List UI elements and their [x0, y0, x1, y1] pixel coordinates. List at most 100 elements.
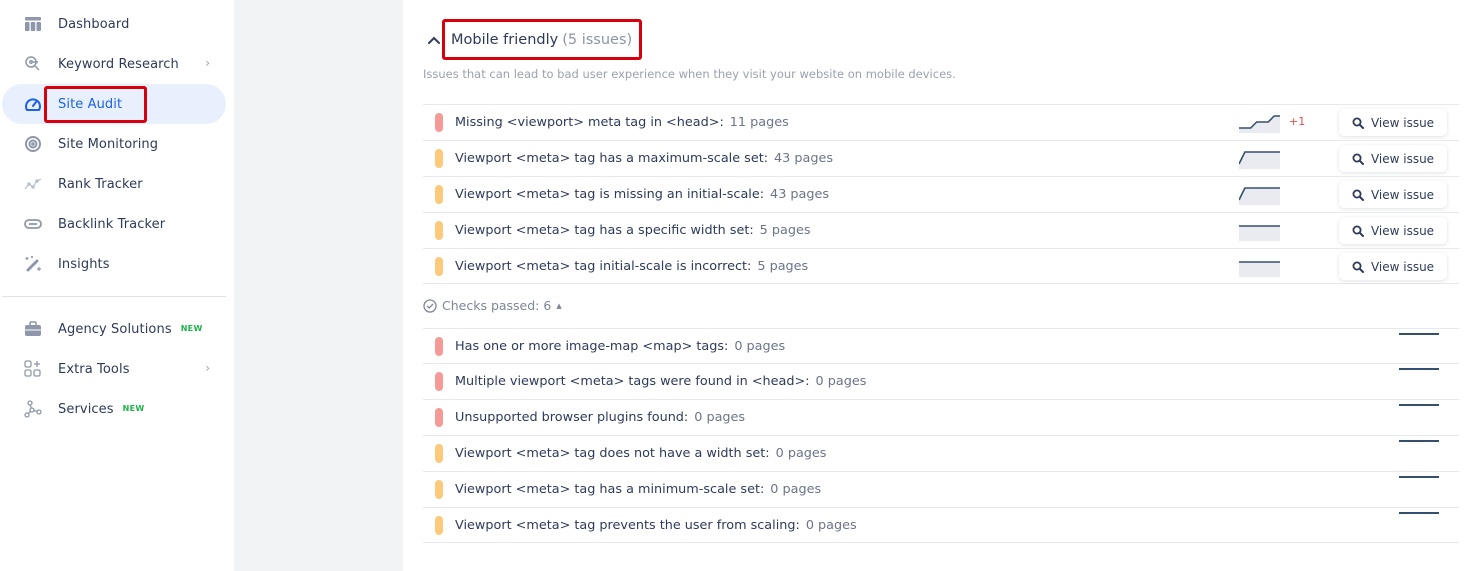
issue-page-count: 5 pages — [757, 259, 809, 274]
view-issue-button[interactable]: View issue — [1339, 109, 1447, 136]
sidebar-item-label: Agency Solutions NEW — [58, 321, 203, 337]
sidebar-item-agency-solutions[interactable]: Agency Solutions NEW — [2, 309, 226, 349]
view-issue-button[interactable]: View issue — [1339, 181, 1447, 208]
section-issue-count: (5 issues) — [562, 32, 633, 48]
trend-sparkline — [1399, 512, 1439, 514]
passed-check-row: Multiple viewport <meta> tags were found… — [423, 363, 1459, 399]
sidebar-item-label: Site Audit — [58, 96, 123, 112]
severity-indicator — [435, 337, 443, 356]
sidebar: Dashboard Keyword Research › Site Audit … — [0, 0, 234, 571]
passed-check-row: Viewport <meta> tag does not have a widt… — [423, 435, 1459, 471]
sidebar-item-label: Insights — [58, 256, 110, 272]
sidebar-item-label: Backlink Tracker — [58, 216, 166, 232]
monitoring-icon — [24, 135, 42, 153]
view-issue-label: View issue — [1370, 151, 1435, 166]
sidebar-item-services[interactable]: Services NEW — [2, 389, 226, 429]
sidebar-item-site-audit[interactable]: Site Audit — [2, 84, 226, 124]
search-icon — [1352, 261, 1364, 273]
issue-page-count: 11 pages — [729, 115, 789, 130]
trend-sparkline — [1239, 115, 1280, 133]
severity-indicator — [435, 185, 443, 204]
new-badge: NEW — [122, 403, 145, 413]
trend-sparkline — [1239, 151, 1280, 169]
issue-row[interactable]: Viewport <meta> tag is missing an initia… — [423, 176, 1459, 212]
trend-sparkline — [1399, 476, 1439, 478]
check-text: Unsupported browser plugins found: 0 page… — [455, 410, 746, 425]
chevron-up-icon — [428, 36, 440, 44]
sidebar-item-site-monitoring[interactable]: Site Monitoring — [2, 124, 226, 164]
passed-check-row: Unsupported browser plugins found: 0 page… — [423, 399, 1459, 435]
sparkline-area — [1239, 152, 1280, 169]
chevron-right-icon: › — [205, 56, 210, 70]
severity-indicator — [435, 149, 443, 168]
issue-text: Viewport <meta> tag is missing an initia… — [455, 187, 830, 202]
sparkline-area — [1239, 226, 1280, 241]
caret-up-icon: ▲ — [556, 301, 562, 310]
check-text: Multiple viewport <meta> tags were found… — [455, 374, 867, 389]
sidebar-item-keyword-research[interactable]: Keyword Research › — [2, 44, 226, 84]
severity-indicator — [435, 257, 443, 276]
severity-indicator — [435, 221, 443, 240]
trend-sparkline — [1399, 333, 1439, 335]
view-issue-button[interactable]: View issue — [1339, 253, 1447, 280]
check-text: Viewport <meta> tag does not have a widt… — [455, 446, 827, 461]
search-icon — [1352, 153, 1364, 165]
issue-row[interactable]: Viewport <meta> tag has a maximum-scale … — [423, 140, 1459, 176]
sidebar-item-backlink-tracker[interactable]: Backlink Tracker — [2, 204, 226, 244]
trend-sparkline — [1239, 261, 1280, 277]
section-title: Mobile friendly — [451, 32, 559, 48]
trend-sparkline — [1239, 187, 1280, 205]
keyword-research-icon — [24, 55, 42, 73]
issue-text: Missing <viewport> meta tag in <head>: 11… — [455, 115, 789, 130]
dashboard-icon — [24, 15, 42, 33]
search-icon — [1352, 189, 1364, 201]
issue-page-count: 43 pages — [770, 187, 830, 202]
sidebar-item-extra-tools[interactable]: Extra Tools › — [2, 349, 226, 389]
main-content: Mobile friendly (5 issues) Issues that c… — [403, 0, 1476, 571]
severity-indicator — [435, 480, 443, 499]
view-issue-label: View issue — [1370, 259, 1435, 274]
check-circle-icon — [423, 298, 437, 313]
severity-indicator — [435, 372, 443, 391]
check-text: Viewport <meta> tag has a minimum-scale … — [455, 482, 822, 497]
trend-sparkline — [1399, 368, 1439, 370]
view-issue-button[interactable]: View issue — [1339, 145, 1447, 172]
view-issue-label: View issue — [1370, 115, 1435, 130]
passed-check-row: Has one or more image-map <map> tags: 0 p… — [423, 328, 1459, 364]
checks-passed-toggle[interactable]: Checks passed: 6 ▲ — [423, 298, 562, 313]
check-page-count: 0 pages — [805, 518, 857, 533]
sidebar-item-rank-tracker[interactable]: Rank Tracker — [2, 164, 226, 204]
issue-row[interactable]: Viewport <meta> tag has a specific width… — [423, 212, 1459, 248]
check-text: Has one or more image-map <map> tags: 0 p… — [455, 339, 786, 354]
section-description: Issues that can lead to bad user experie… — [423, 67, 956, 81]
rank-tracker-icon — [24, 175, 42, 193]
sidebar-item-label: Dashboard — [58, 16, 130, 32]
severity-indicator — [435, 113, 443, 132]
chevron-right-icon: › — [205, 361, 210, 375]
issue-text: Viewport <meta> tag initial-scale is inc… — [455, 259, 809, 274]
issue-page-count: 43 pages — [774, 151, 834, 166]
passed-check-row: Viewport <meta> tag has a minimum-scale … — [423, 471, 1459, 507]
view-issue-label: View issue — [1370, 223, 1435, 238]
link-icon — [24, 215, 42, 233]
extra-tools-icon — [24, 360, 42, 378]
sidebar-item-dashboard[interactable]: Dashboard — [2, 4, 226, 44]
section-toggle[interactable]: Mobile friendly (5 issues) — [427, 28, 632, 52]
passed-check-row: Viewport <meta> tag prevents the user fr… — [423, 507, 1459, 543]
search-icon — [1352, 225, 1364, 237]
issue-row[interactable]: Missing <viewport> meta tag in <head>: 11… — [423, 104, 1459, 140]
magic-wand-icon — [24, 255, 42, 273]
sidebar-item-label: Site Monitoring — [58, 136, 159, 152]
trend-sparkline — [1239, 225, 1280, 241]
view-issue-button[interactable]: View issue — [1339, 217, 1447, 244]
sidebar-item-label: Rank Tracker — [58, 176, 143, 192]
check-page-count: 0 pages — [734, 339, 786, 354]
trend-sparkline — [1399, 404, 1439, 406]
issue-text: Viewport <meta> tag has a specific width… — [455, 223, 811, 238]
check-page-count: 0 pages — [770, 482, 822, 497]
sidebar-item-label: Extra Tools — [58, 361, 130, 377]
check-text: Viewport <meta> tag prevents the user fr… — [455, 518, 857, 533]
issue-row[interactable]: Viewport <meta> tag initial-scale is inc… — [423, 248, 1459, 284]
sidebar-item-insights[interactable]: Insights — [2, 244, 226, 284]
severity-indicator — [435, 444, 443, 463]
